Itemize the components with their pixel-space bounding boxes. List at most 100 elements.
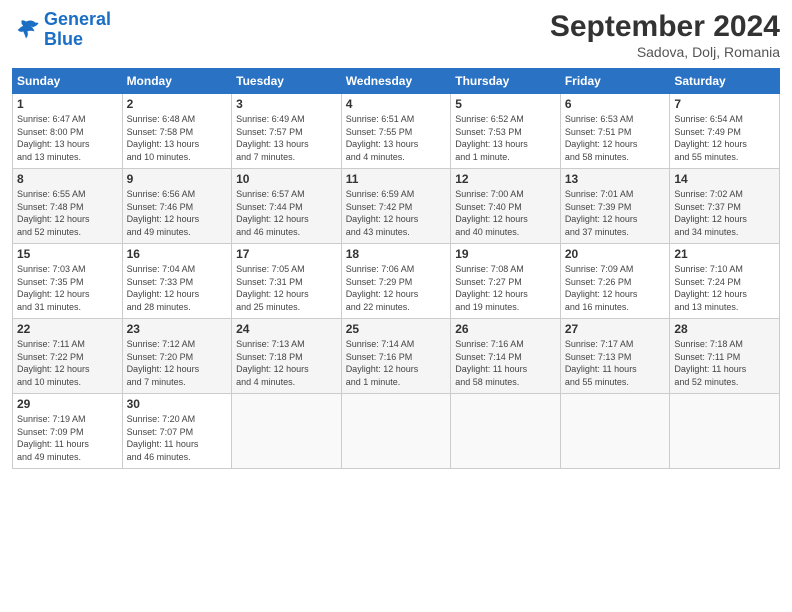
day-info: Sunrise: 6:48 AM Sunset: 7:58 PM Dayligh…	[127, 113, 228, 163]
day-info: Sunrise: 7:14 AM Sunset: 7:16 PM Dayligh…	[346, 338, 447, 388]
day-number: 15	[17, 247, 118, 261]
day-number: 12	[455, 172, 556, 186]
calendar-cell: 24 Sunrise: 7:13 AM Sunset: 7:18 PM Dayli…	[232, 319, 342, 394]
day-number: 10	[236, 172, 337, 186]
calendar-cell: 7 Sunrise: 6:54 AM Sunset: 7:49 PM Daylig…	[670, 94, 780, 169]
calendar-cell: 11 Sunrise: 6:59 AM Sunset: 7:42 PM Dayli…	[341, 169, 451, 244]
day-info: Sunrise: 7:12 AM Sunset: 7:20 PM Dayligh…	[127, 338, 228, 388]
weekday-header: Saturday	[670, 69, 780, 94]
day-info: Sunrise: 7:11 AM Sunset: 7:22 PM Dayligh…	[17, 338, 118, 388]
day-number: 14	[674, 172, 775, 186]
calendar-cell: 12 Sunrise: 7:00 AM Sunset: 7:40 PM Dayli…	[451, 169, 561, 244]
calendar-week-row: 1Sunrise: 6:47 AM Sunset: 8:00 PM Daylig…	[13, 94, 780, 169]
logo: General Blue	[12, 10, 111, 50]
calendar-cell: 13 Sunrise: 7:01 AM Sunset: 7:39 PM Dayli…	[560, 169, 670, 244]
calendar-table: SundayMondayTuesdayWednesdayThursdayFrid…	[12, 68, 780, 469]
day-info: Sunrise: 7:19 AM Sunset: 7:09 PM Dayligh…	[17, 413, 118, 463]
day-number: 9	[127, 172, 228, 186]
day-number: 30	[127, 397, 228, 411]
day-number: 11	[346, 172, 447, 186]
header: General Blue September 2024 Sadova, Dolj…	[12, 10, 780, 60]
day-number: 3	[236, 97, 337, 111]
calendar-cell	[451, 394, 561, 469]
day-number: 24	[236, 322, 337, 336]
day-info: Sunrise: 7:17 AM Sunset: 7:13 PM Dayligh…	[565, 338, 666, 388]
calendar-cell: 20 Sunrise: 7:09 AM Sunset: 7:26 PM Dayli…	[560, 244, 670, 319]
logo-general: General	[44, 9, 111, 29]
day-number: 19	[455, 247, 556, 261]
day-number: 17	[236, 247, 337, 261]
weekday-header: Monday	[122, 69, 232, 94]
weekday-header-row: SundayMondayTuesdayWednesdayThursdayFrid…	[13, 69, 780, 94]
day-number: 2	[127, 97, 228, 111]
calendar-cell: 16Sunrise: 7:04 AM Sunset: 7:33 PM Dayli…	[122, 244, 232, 319]
day-info: Sunrise: 6:52 AM Sunset: 7:53 PM Dayligh…	[455, 113, 556, 163]
weekday-header: Tuesday	[232, 69, 342, 94]
calendar-cell	[341, 394, 451, 469]
calendar-cell: 25 Sunrise: 7:14 AM Sunset: 7:16 PM Dayli…	[341, 319, 451, 394]
calendar-cell: 17 Sunrise: 7:05 AM Sunset: 7:31 PM Dayli…	[232, 244, 342, 319]
day-info: Sunrise: 6:56 AM Sunset: 7:46 PM Dayligh…	[127, 188, 228, 238]
day-info: Sunrise: 7:06 AM Sunset: 7:29 PM Dayligh…	[346, 263, 447, 313]
calendar-week-row: 8Sunrise: 6:55 AM Sunset: 7:48 PM Daylig…	[13, 169, 780, 244]
page-container: General Blue September 2024 Sadova, Dolj…	[0, 0, 792, 479]
weekday-header: Wednesday	[341, 69, 451, 94]
weekday-header: Friday	[560, 69, 670, 94]
day-number: 20	[565, 247, 666, 261]
day-number: 6	[565, 97, 666, 111]
day-number: 23	[127, 322, 228, 336]
calendar-cell: 6Sunrise: 6:53 AM Sunset: 7:51 PM Daylig…	[560, 94, 670, 169]
day-number: 21	[674, 247, 775, 261]
day-info: Sunrise: 6:47 AM Sunset: 8:00 PM Dayligh…	[17, 113, 118, 163]
day-info: Sunrise: 6:54 AM Sunset: 7:49 PM Dayligh…	[674, 113, 775, 163]
calendar-cell	[560, 394, 670, 469]
calendar-cell: 10 Sunrise: 6:57 AM Sunset: 7:44 PM Dayli…	[232, 169, 342, 244]
calendar-cell: 30Sunrise: 7:20 AM Sunset: 7:07 PM Dayli…	[122, 394, 232, 469]
calendar-cell: 3Sunrise: 6:49 AM Sunset: 7:57 PM Daylig…	[232, 94, 342, 169]
day-number: 26	[455, 322, 556, 336]
day-info: Sunrise: 6:51 AM Sunset: 7:55 PM Dayligh…	[346, 113, 447, 163]
day-info: Sunrise: 7:01 AM Sunset: 7:39 PM Dayligh…	[565, 188, 666, 238]
calendar-cell: 22 Sunrise: 7:11 AM Sunset: 7:22 PM Dayli…	[13, 319, 123, 394]
logo-icon	[12, 16, 40, 44]
day-info: Sunrise: 7:02 AM Sunset: 7:37 PM Dayligh…	[674, 188, 775, 238]
day-info: Sunrise: 7:16 AM Sunset: 7:14 PM Dayligh…	[455, 338, 556, 388]
weekday-header: Thursday	[451, 69, 561, 94]
calendar-week-row: 22 Sunrise: 7:11 AM Sunset: 7:22 PM Dayli…	[13, 319, 780, 394]
calendar-cell: 9 Sunrise: 6:56 AM Sunset: 7:46 PM Daylig…	[122, 169, 232, 244]
calendar-cell: 4 Sunrise: 6:51 AM Sunset: 7:55 PM Daylig…	[341, 94, 451, 169]
calendar-cell: 23 Sunrise: 7:12 AM Sunset: 7:20 PM Dayli…	[122, 319, 232, 394]
calendar-cell: 14 Sunrise: 7:02 AM Sunset: 7:37 PM Dayli…	[670, 169, 780, 244]
calendar-cell: 18 Sunrise: 7:06 AM Sunset: 7:29 PM Dayli…	[341, 244, 451, 319]
day-info: Sunrise: 7:10 AM Sunset: 7:24 PM Dayligh…	[674, 263, 775, 313]
calendar-cell: 26 Sunrise: 7:16 AM Sunset: 7:14 PM Dayli…	[451, 319, 561, 394]
location-subtitle: Sadova, Dolj, Romania	[550, 44, 780, 60]
day-number: 13	[565, 172, 666, 186]
calendar-cell: 5 Sunrise: 6:52 AM Sunset: 7:53 PM Daylig…	[451, 94, 561, 169]
day-info: Sunrise: 6:55 AM Sunset: 7:48 PM Dayligh…	[17, 188, 118, 238]
title-section: September 2024 Sadova, Dolj, Romania	[550, 10, 780, 60]
day-number: 25	[346, 322, 447, 336]
day-number: 7	[674, 97, 775, 111]
day-info: Sunrise: 6:59 AM Sunset: 7:42 PM Dayligh…	[346, 188, 447, 238]
day-info: Sunrise: 7:18 AM Sunset: 7:11 PM Dayligh…	[674, 338, 775, 388]
day-number: 29	[17, 397, 118, 411]
day-info: Sunrise: 7:00 AM Sunset: 7:40 PM Dayligh…	[455, 188, 556, 238]
day-info: Sunrise: 7:13 AM Sunset: 7:18 PM Dayligh…	[236, 338, 337, 388]
weekday-header: Sunday	[13, 69, 123, 94]
day-number: 16	[127, 247, 228, 261]
day-number: 4	[346, 97, 447, 111]
day-info: Sunrise: 7:09 AM Sunset: 7:26 PM Dayligh…	[565, 263, 666, 313]
day-info: Sunrise: 6:57 AM Sunset: 7:44 PM Dayligh…	[236, 188, 337, 238]
month-title: September 2024	[550, 10, 780, 44]
day-number: 27	[565, 322, 666, 336]
day-number: 5	[455, 97, 556, 111]
calendar-cell: 19Sunrise: 7:08 AM Sunset: 7:27 PM Dayli…	[451, 244, 561, 319]
day-number: 18	[346, 247, 447, 261]
day-info: Sunrise: 7:05 AM Sunset: 7:31 PM Dayligh…	[236, 263, 337, 313]
logo-text: General Blue	[44, 10, 111, 50]
calendar-cell: 27 Sunrise: 7:17 AM Sunset: 7:13 PM Dayli…	[560, 319, 670, 394]
calendar-cell: 1Sunrise: 6:47 AM Sunset: 8:00 PM Daylig…	[13, 94, 123, 169]
day-info: Sunrise: 7:03 AM Sunset: 7:35 PM Dayligh…	[17, 263, 118, 313]
day-number: 22	[17, 322, 118, 336]
